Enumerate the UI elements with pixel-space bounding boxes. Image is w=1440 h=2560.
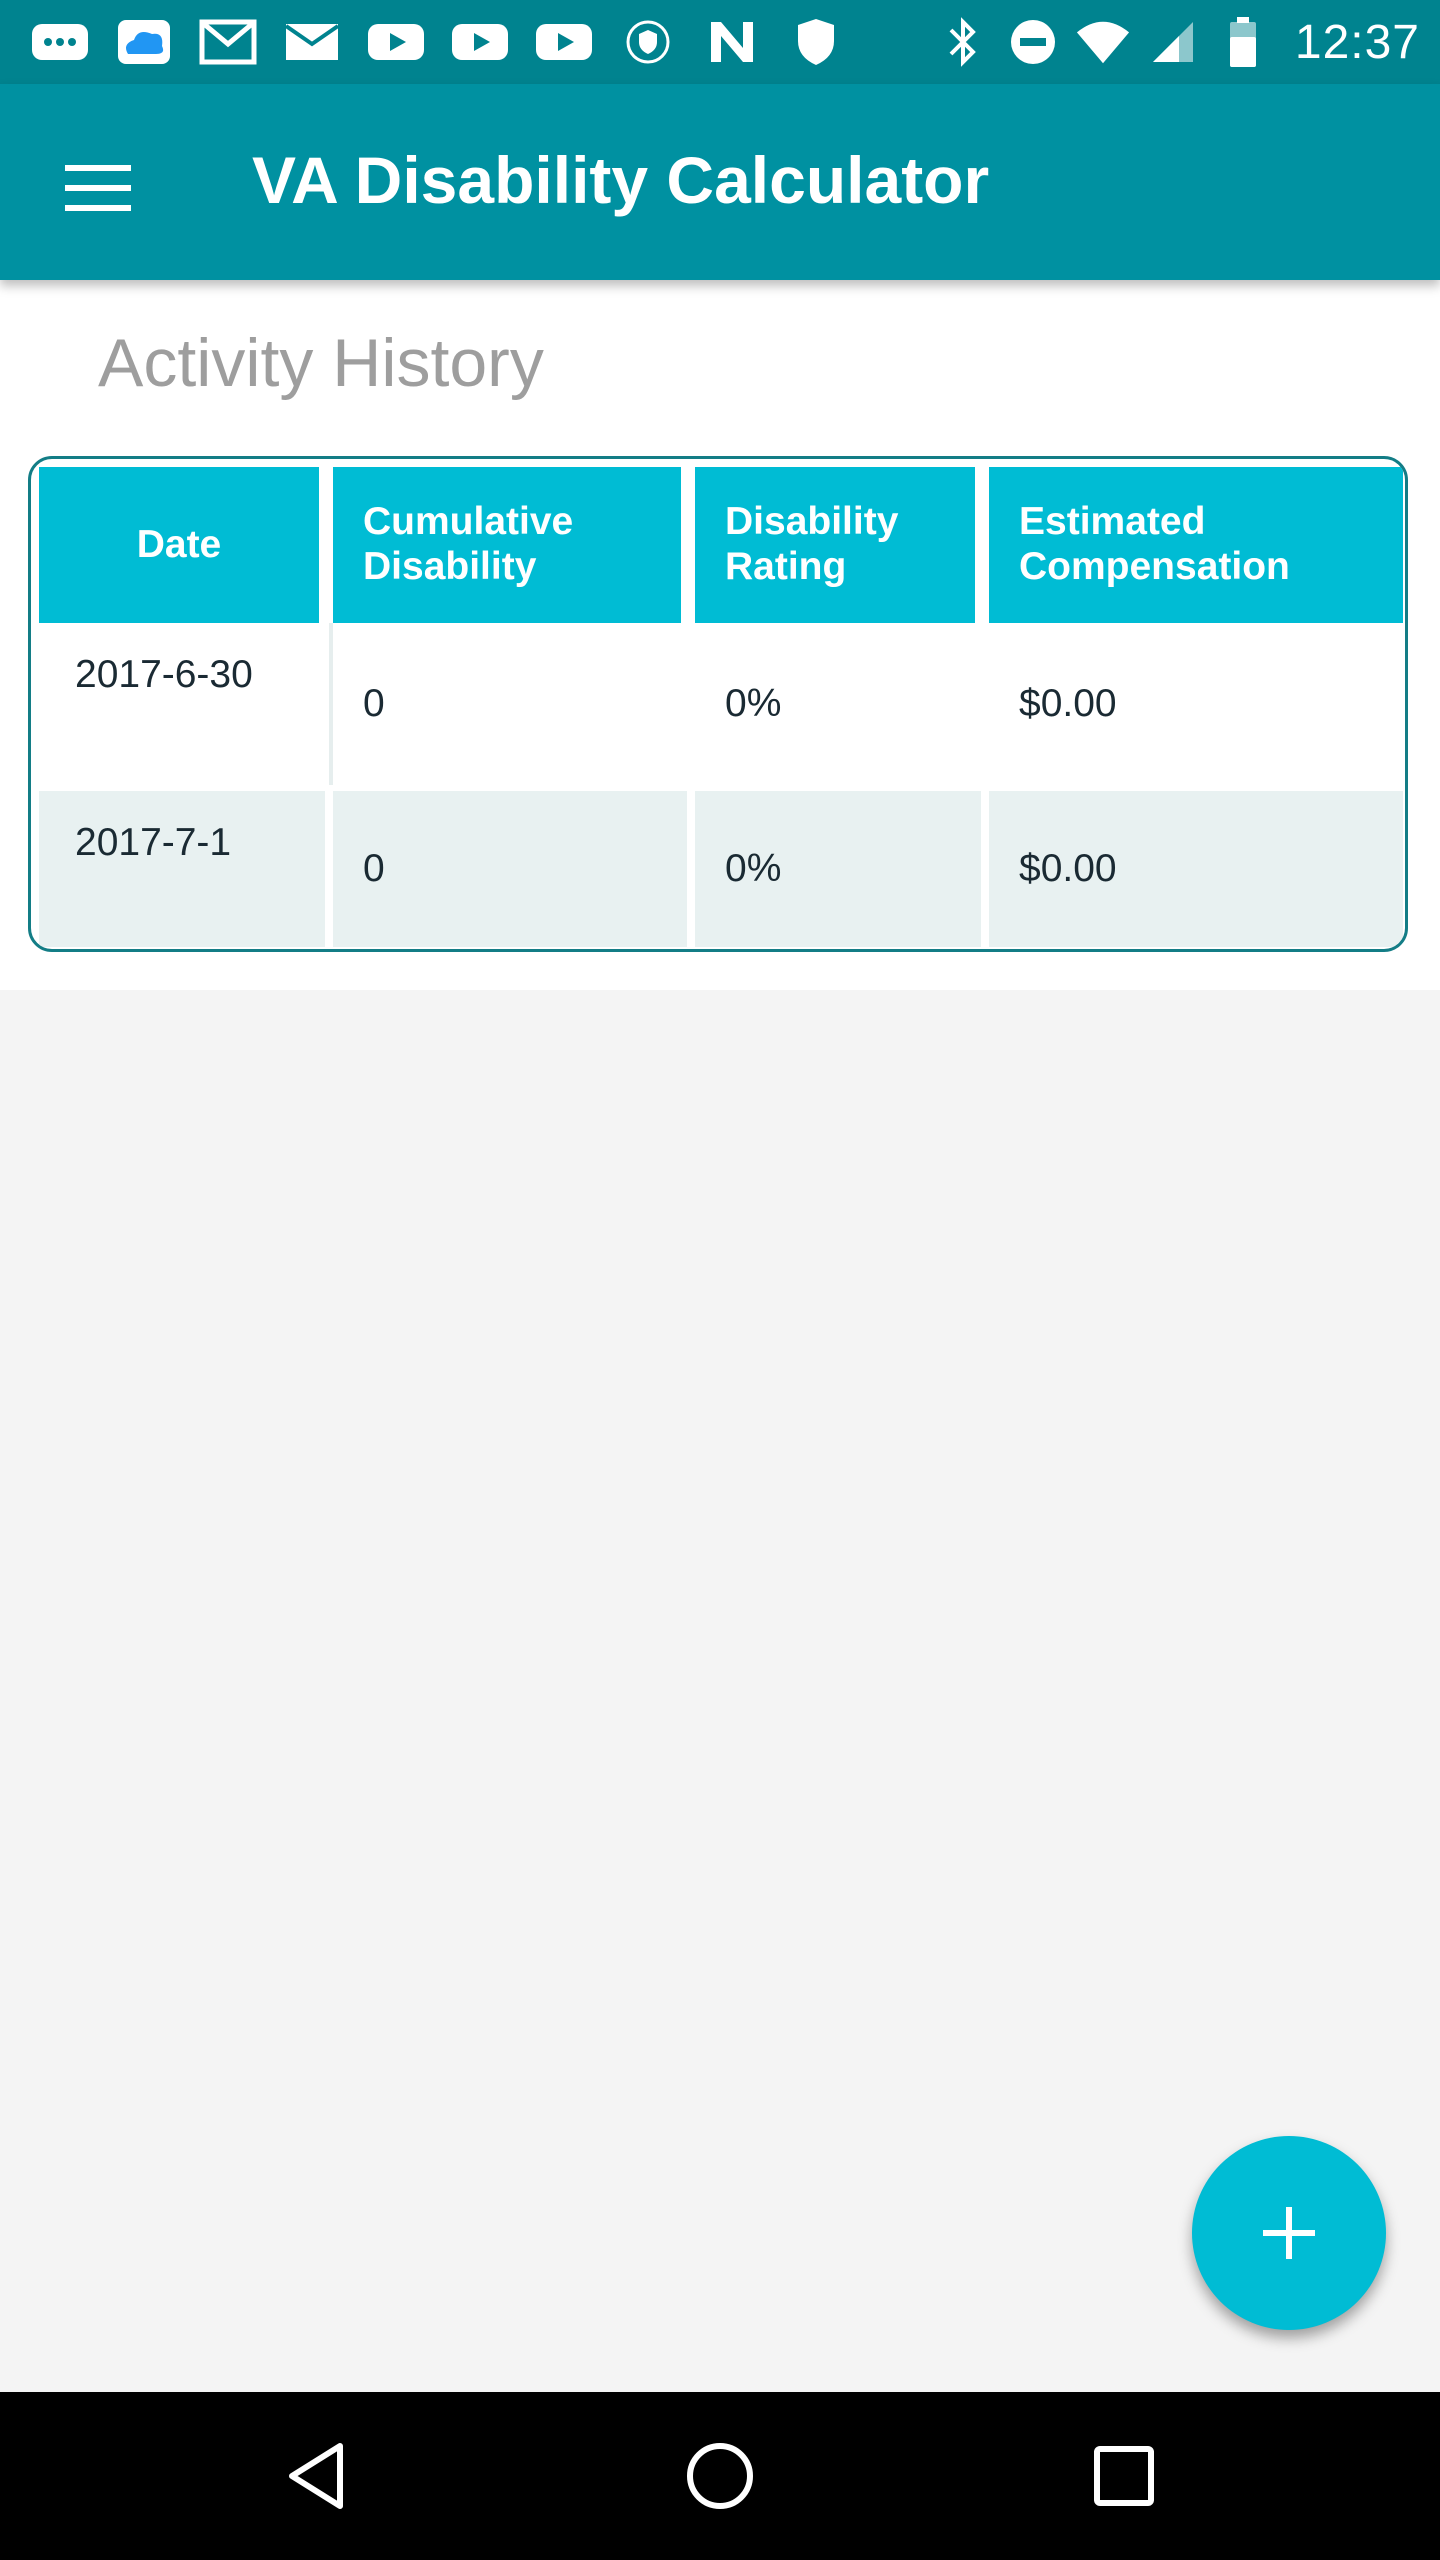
cloud-app-icon xyxy=(112,14,176,70)
home-button[interactable] xyxy=(670,2426,770,2526)
cell-date: 2017-7-1 xyxy=(39,785,333,947)
back-button[interactable] xyxy=(266,2426,366,2526)
cell-rating: 0% xyxy=(695,785,989,947)
cell-rating: 0% xyxy=(695,623,989,785)
shield-icon xyxy=(784,14,848,70)
gmail-icon xyxy=(196,14,260,70)
header-disability-rating: Disability Rating xyxy=(695,467,989,623)
hamburger-menu-icon xyxy=(65,165,131,211)
cell-date: 2017-6-30 xyxy=(39,623,333,785)
chat-icon xyxy=(28,14,92,70)
plus-icon xyxy=(1263,2207,1315,2259)
clock: 12:37 xyxy=(1294,15,1420,69)
youtube-icon xyxy=(448,14,512,70)
history-table: Date Cumulative Disability Disability Ra… xyxy=(39,467,1403,947)
history-table-container: Date Cumulative Disability Disability Ra… xyxy=(28,456,1408,952)
table-header-row: Date Cumulative Disability Disability Ra… xyxy=(39,467,1403,623)
table-row[interactable]: 2017-6-30 0 0% $0.00 xyxy=(39,623,1403,785)
cell-cumulative: 0 xyxy=(333,623,695,785)
table-row[interactable]: 2017-7-1 0 0% $0.00 xyxy=(39,785,1403,947)
header-cumulative-disability: Cumulative Disability xyxy=(333,467,695,623)
notification-icons xyxy=(28,14,868,70)
status-bar: 12:37 xyxy=(0,0,1440,84)
do-not-disturb-icon xyxy=(1005,14,1061,70)
cell-cumulative: 0 xyxy=(333,785,695,947)
wifi-icon xyxy=(1075,14,1131,70)
cell-compensation: $0.00 xyxy=(989,785,1403,947)
back-triangle-icon xyxy=(289,2443,343,2509)
system-icons: 12:37 xyxy=(935,14,1420,70)
section-title: Activity History xyxy=(98,325,544,401)
vpn-shield-icon xyxy=(616,14,680,70)
recents-button[interactable] xyxy=(1074,2426,1174,2526)
n-app-icon xyxy=(700,14,764,70)
battery-icon xyxy=(1215,14,1271,70)
youtube-icon xyxy=(364,14,428,70)
app-bar: VA Disability Calculator xyxy=(0,84,1440,280)
navigation-bar xyxy=(0,2392,1440,2560)
recents-square-icon xyxy=(1094,2446,1154,2506)
app-title: VA Disability Calculator xyxy=(252,143,990,217)
activity-history-card: Activity History Date Cumulative Disabil… xyxy=(0,280,1440,990)
signal-icon xyxy=(1145,14,1201,70)
header-date: Date xyxy=(39,467,333,623)
bluetooth-icon xyxy=(935,14,991,70)
youtube-icon xyxy=(532,14,596,70)
header-estimated-compensation: Estimated Compensation xyxy=(989,467,1403,623)
email-icon xyxy=(280,14,344,70)
cell-compensation: $0.00 xyxy=(989,623,1403,785)
menu-button[interactable] xyxy=(50,140,146,236)
add-entry-button[interactable] xyxy=(1192,2136,1386,2330)
home-circle-icon xyxy=(687,2443,753,2509)
